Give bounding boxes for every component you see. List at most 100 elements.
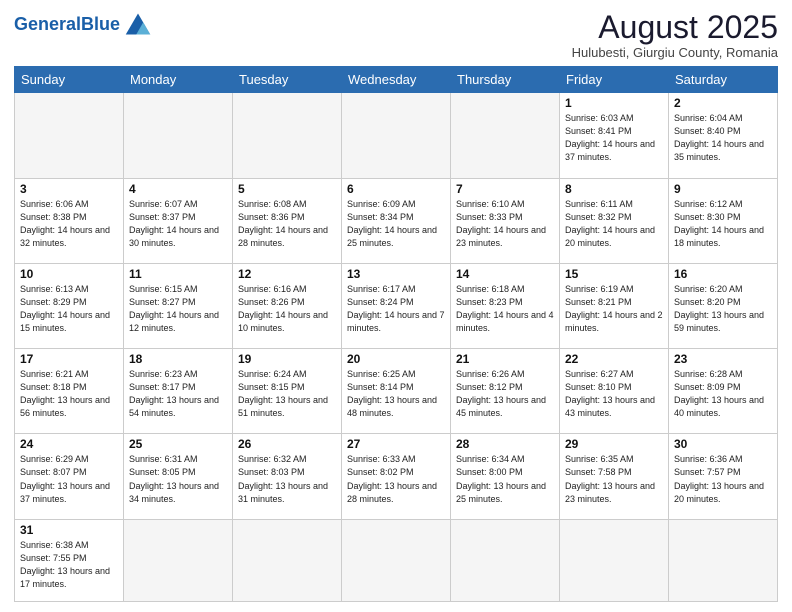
day-info: Sunrise: 6:16 AM Sunset: 8:26 PM Dayligh… [238, 283, 336, 335]
day-number: 8 [565, 182, 663, 196]
day-info: Sunrise: 6:06 AM Sunset: 8:38 PM Dayligh… [20, 198, 118, 250]
day-cell: 13 Sunrise: 6:17 AM Sunset: 8:24 PM Dayli… [342, 263, 451, 348]
day-number: 24 [20, 437, 118, 451]
day-cell [560, 519, 669, 601]
day-cell: 30 Sunrise: 6:36 AM Sunset: 7:57 PM Dayli… [669, 434, 778, 519]
day-info: Sunrise: 6:27 AM Sunset: 8:10 PM Dayligh… [565, 368, 663, 420]
day-number: 12 [238, 267, 336, 281]
day-cell [342, 519, 451, 601]
logo-icon [122, 10, 154, 38]
day-cell [233, 519, 342, 601]
day-cell: 24 Sunrise: 6:29 AM Sunset: 8:07 PM Dayli… [15, 434, 124, 519]
day-number: 10 [20, 267, 118, 281]
day-info: Sunrise: 6:36 AM Sunset: 7:57 PM Dayligh… [674, 453, 772, 505]
day-info: Sunrise: 6:31 AM Sunset: 8:05 PM Dayligh… [129, 453, 227, 505]
day-number: 25 [129, 437, 227, 451]
day-number: 28 [456, 437, 554, 451]
day-number: 27 [347, 437, 445, 451]
day-number: 6 [347, 182, 445, 196]
title-block: August 2025 Hulubesti, Giurgiu County, R… [572, 10, 778, 60]
day-header-monday: Monday [124, 67, 233, 93]
day-header-friday: Friday [560, 67, 669, 93]
day-number: 14 [456, 267, 554, 281]
day-header-tuesday: Tuesday [233, 67, 342, 93]
day-info: Sunrise: 6:38 AM Sunset: 7:55 PM Dayligh… [20, 539, 118, 591]
day-number: 3 [20, 182, 118, 196]
day-info: Sunrise: 6:10 AM Sunset: 8:33 PM Dayligh… [456, 198, 554, 250]
logo-general: General [14, 14, 81, 34]
day-header-thursday: Thursday [451, 67, 560, 93]
day-number: 7 [456, 182, 554, 196]
day-info: Sunrise: 6:32 AM Sunset: 8:03 PM Dayligh… [238, 453, 336, 505]
day-cell [15, 93, 124, 178]
day-cell: 6Sunrise: 6:09 AM Sunset: 8:34 PM Daylig… [342, 178, 451, 263]
day-cell: 19Sunrise: 6:24 AM Sunset: 8:15 PM Dayli… [233, 349, 342, 434]
day-number: 11 [129, 267, 227, 281]
day-number: 5 [238, 182, 336, 196]
day-cell [451, 93, 560, 178]
day-cell: 10 Sunrise: 6:13 AM Sunset: 8:29 PM Dayli… [15, 263, 124, 348]
day-cell: 11Sunrise: 6:15 AM Sunset: 8:27 PM Dayli… [124, 263, 233, 348]
day-cell: 21Sunrise: 6:26 AM Sunset: 8:12 PM Dayli… [451, 349, 560, 434]
day-cell: 5Sunrise: 6:08 AM Sunset: 8:36 PM Daylig… [233, 178, 342, 263]
day-number: 15 [565, 267, 663, 281]
logo-blue-text: Blue [81, 14, 120, 34]
day-cell: 12 Sunrise: 6:16 AM Sunset: 8:26 PM Dayli… [233, 263, 342, 348]
calendar-table: SundayMondayTuesdayWednesdayThursdayFrid… [14, 66, 778, 602]
week-row-3: 10 Sunrise: 6:13 AM Sunset: 8:29 PM Dayli… [15, 263, 778, 348]
day-number: 4 [129, 182, 227, 196]
location: Hulubesti, Giurgiu County, Romania [572, 45, 778, 60]
calendar-page: GeneralBlue August 2025 Hulubesti, Giurg… [0, 0, 792, 612]
day-info: Sunrise: 6:03 AM Sunset: 8:41 PM Dayligh… [565, 112, 663, 164]
day-info: Sunrise: 6:13 AM Sunset: 8:29 PM Dayligh… [20, 283, 118, 335]
day-info: Sunrise: 6:35 AM Sunset: 7:58 PM Dayligh… [565, 453, 663, 505]
day-number: 19 [238, 352, 336, 366]
day-cell [233, 93, 342, 178]
day-cell: 31 Sunrise: 6:38 AM Sunset: 7:55 PM Dayli… [15, 519, 124, 601]
day-cell: 2Sunrise: 6:04 AM Sunset: 8:40 PM Daylig… [669, 93, 778, 178]
day-number: 9 [674, 182, 772, 196]
day-cell: 26 Sunrise: 6:32 AM Sunset: 8:03 PM Dayli… [233, 434, 342, 519]
day-number: 13 [347, 267, 445, 281]
day-cell: 4Sunrise: 6:07 AM Sunset: 8:37 PM Daylig… [124, 178, 233, 263]
day-number: 20 [347, 352, 445, 366]
day-info: Sunrise: 6:11 AM Sunset: 8:32 PM Dayligh… [565, 198, 663, 250]
day-info: Sunrise: 6:17 AM Sunset: 8:24 PM Dayligh… [347, 283, 445, 335]
day-number: 16 [674, 267, 772, 281]
day-number: 23 [674, 352, 772, 366]
day-cell [124, 519, 233, 601]
day-cell: 16Sunrise: 6:20 AM Sunset: 8:20 PM Dayli… [669, 263, 778, 348]
day-info: Sunrise: 6:34 AM Sunset: 8:00 PM Dayligh… [456, 453, 554, 505]
day-info: Sunrise: 6:19 AM Sunset: 8:21 PM Dayligh… [565, 283, 663, 335]
day-number: 2 [674, 96, 772, 110]
day-number: 17 [20, 352, 118, 366]
day-number: 31 [20, 523, 118, 537]
day-info: Sunrise: 6:21 AM Sunset: 8:18 PM Dayligh… [20, 368, 118, 420]
day-cell [451, 519, 560, 601]
day-headers-row: SundayMondayTuesdayWednesdayThursdayFrid… [15, 67, 778, 93]
day-cell: 28 Sunrise: 6:34 AM Sunset: 8:00 PM Dayli… [451, 434, 560, 519]
month-year: August 2025 [572, 10, 778, 45]
day-info: Sunrise: 6:18 AM Sunset: 8:23 PM Dayligh… [456, 283, 554, 335]
day-info: Sunrise: 6:26 AM Sunset: 8:12 PM Dayligh… [456, 368, 554, 420]
day-cell: 27Sunrise: 6:33 AM Sunset: 8:02 PM Dayli… [342, 434, 451, 519]
day-info: Sunrise: 6:23 AM Sunset: 8:17 PM Dayligh… [129, 368, 227, 420]
day-number: 29 [565, 437, 663, 451]
day-cell: 8 Sunrise: 6:11 AM Sunset: 8:32 PM Daylig… [560, 178, 669, 263]
day-header-saturday: Saturday [669, 67, 778, 93]
day-number: 26 [238, 437, 336, 451]
logo-text: GeneralBlue [14, 15, 120, 33]
day-cell: 22Sunrise: 6:27 AM Sunset: 8:10 PM Dayli… [560, 349, 669, 434]
week-row-4: 17 Sunrise: 6:21 AM Sunset: 8:18 PM Dayli… [15, 349, 778, 434]
day-cell [669, 519, 778, 601]
day-cell: 3 Sunrise: 6:06 AM Sunset: 8:38 PM Daylig… [15, 178, 124, 263]
day-cell: 18Sunrise: 6:23 AM Sunset: 8:17 PM Dayli… [124, 349, 233, 434]
day-info: Sunrise: 6:29 AM Sunset: 8:07 PM Dayligh… [20, 453, 118, 505]
day-header-wednesday: Wednesday [342, 67, 451, 93]
day-cell: 17 Sunrise: 6:21 AM Sunset: 8:18 PM Dayli… [15, 349, 124, 434]
week-row-1: 1Sunrise: 6:03 AM Sunset: 8:41 PM Daylig… [15, 93, 778, 178]
day-cell [124, 93, 233, 178]
day-cell: 29 Sunrise: 6:35 AM Sunset: 7:58 PM Dayli… [560, 434, 669, 519]
week-row-2: 3 Sunrise: 6:06 AM Sunset: 8:38 PM Daylig… [15, 178, 778, 263]
day-number: 30 [674, 437, 772, 451]
